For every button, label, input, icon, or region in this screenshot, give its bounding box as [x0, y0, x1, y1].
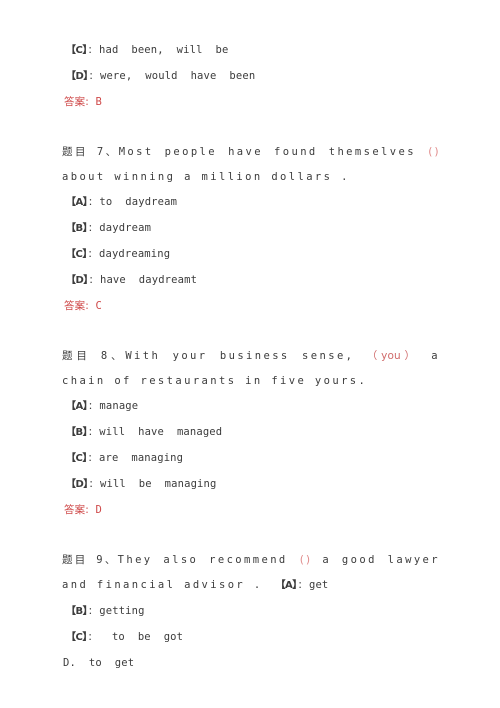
blank-marker: ()	[298, 554, 312, 566]
option-row: 【D】： have daydreamt	[62, 268, 440, 294]
answer-label: 答案:	[64, 300, 89, 312]
option-text: had been, will be	[99, 44, 229, 56]
option-marker: 【A】	[66, 401, 88, 412]
option-colon: ：	[88, 428, 98, 438]
question-stem-text-tail: about winning a million dollars .	[62, 171, 350, 183]
answer-row: 答案: C	[62, 294, 440, 319]
option-text: daydream	[99, 222, 152, 234]
option-row: D. to get	[62, 651, 440, 676]
option-colon: ：	[87, 633, 97, 643]
option-row: 【B】： getting	[62, 599, 440, 625]
question-block-carryover: 【C】： had been, will be 【D】： were, would ha…	[62, 38, 440, 115]
option-row: 【C】： daydreaming	[62, 242, 440, 268]
option-marker: 【C】	[66, 632, 87, 643]
question-separator	[62, 523, 440, 548]
option-marker-inline: 【A】	[275, 580, 298, 591]
option-text: will be managing	[99, 478, 217, 490]
blank-marker: （you）	[366, 350, 419, 362]
question-number-suffix: 、	[103, 146, 119, 158]
option-text: have daydreamt	[99, 274, 198, 286]
question-separator	[62, 115, 440, 140]
option-marker: 【A】	[66, 197, 88, 208]
question-prefix: 题目	[62, 554, 88, 566]
answer-value: D	[95, 504, 102, 516]
option-colon: ：	[88, 224, 98, 234]
document-page: 【C】： had been, will be 【D】： were, would ha…	[0, 0, 500, 708]
option-colon: ：	[87, 46, 97, 56]
question-number-suffix: 、	[102, 554, 118, 566]
option-colon: ：	[87, 454, 97, 464]
blank-marker: ()	[427, 146, 440, 158]
option-colon: ：	[87, 250, 97, 260]
answer-label: 答案:	[64, 504, 89, 516]
option-text: are managing	[99, 452, 184, 464]
option-row: 【C】： to be got	[62, 625, 440, 651]
option-marker: 【C】	[66, 45, 87, 56]
option-text: were, would have been	[99, 70, 256, 82]
option-text: getting	[99, 605, 145, 617]
option-marker: D.	[63, 657, 76, 669]
option-text: daydreaming	[99, 248, 171, 260]
option-text: will have managed	[99, 426, 223, 438]
answer-label: 答案:	[64, 96, 89, 108]
answer-value: B	[95, 96, 102, 108]
question-stem-text: Most people have found themselves	[118, 146, 428, 158]
document-body: 【C】： had been, will be 【D】： were, would ha…	[62, 38, 440, 676]
option-row: 【C】： had been, will be	[62, 38, 440, 64]
question-block-7: 题目 7、Most people have found themselves (…	[62, 140, 440, 319]
question-block-9: 题目 9、They also recommend () a good lawye…	[62, 548, 440, 676]
option-colon: ：	[88, 276, 98, 286]
question-stem-line: 题目 7、Most people have found themselves (…	[62, 140, 440, 190]
option-marker: 【C】	[66, 249, 87, 260]
question-stem-line: 题目 8、With your business sense, （you） a c…	[62, 344, 440, 394]
option-marker: 【D】	[66, 275, 88, 286]
option-text-inline: get	[308, 579, 329, 591]
option-text: to be got	[99, 631, 184, 643]
answer-value: C	[95, 300, 102, 312]
option-row: 【A】： manage	[62, 394, 440, 420]
option-marker: 【D】	[66, 479, 88, 490]
option-marker: 【B】	[66, 223, 88, 234]
answer-row: 答案: B	[62, 90, 440, 115]
option-colon: ：	[88, 198, 98, 208]
option-row: 【A】： to daydream	[62, 190, 440, 216]
option-row: 【C】： are managing	[62, 446, 440, 472]
option-row: 【B】： daydream	[62, 216, 440, 242]
option-colon: ：	[88, 607, 98, 617]
question-prefix: 题目	[62, 146, 89, 158]
question-separator	[62, 319, 440, 344]
question-stem-text: They also recommend	[117, 554, 299, 566]
option-colon: ：	[88, 480, 98, 490]
option-row: 【D】： will be managing	[62, 472, 440, 498]
question-stem-line: 题目 9、They also recommend () a good lawye…	[62, 548, 440, 599]
question-block-8: 题目 8、With your business sense, （you） a c…	[62, 344, 440, 523]
option-text: to get	[75, 657, 135, 669]
question-number-suffix: 、	[107, 350, 126, 362]
option-colon-inline: ：	[297, 581, 307, 591]
option-colon: ：	[88, 402, 98, 412]
option-marker: 【D】	[66, 71, 88, 82]
question-prefix: 题目	[62, 350, 91, 362]
option-row: 【D】： were, would have been	[62, 64, 440, 90]
question-stem-text: With your business sense,	[125, 350, 367, 362]
option-row: 【B】： will have managed	[62, 420, 440, 446]
option-marker: 【C】	[66, 453, 87, 464]
option-marker: 【B】	[66, 427, 88, 438]
option-colon: ：	[88, 72, 98, 82]
option-text: manage	[99, 400, 139, 412]
option-marker: 【B】	[66, 606, 88, 617]
option-text: to daydream	[99, 196, 178, 208]
answer-row: 答案: D	[62, 498, 440, 523]
